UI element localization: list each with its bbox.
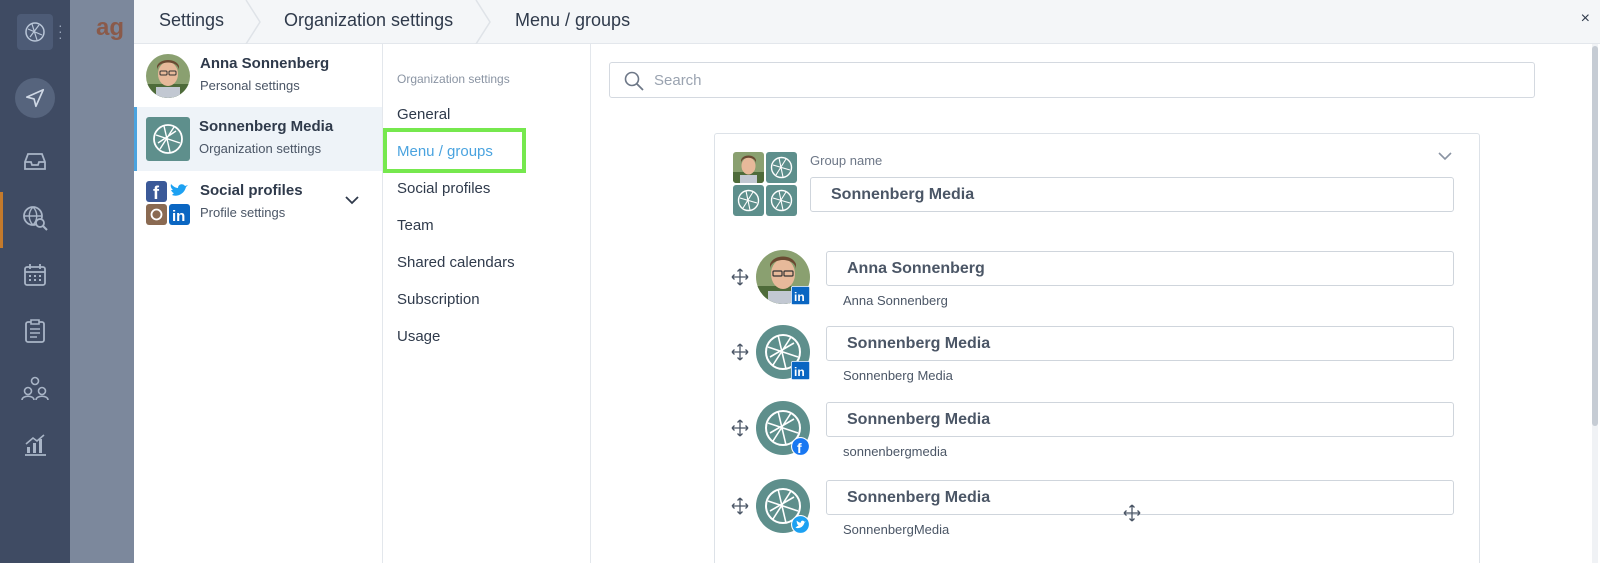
linkedin-icon: in: [791, 286, 810, 305]
drag-handle-icon[interactable]: [1123, 504, 1141, 522]
group-avatar-collage: [733, 152, 799, 218]
selection-highlight: [383, 128, 526, 173]
member-display-name-input[interactable]: Sonnenberg Media: [826, 326, 1454, 361]
group-member-row: in Sonnenberg Media Sonnenberg Media: [715, 325, 1481, 395]
app-rail: · · ·: [0, 0, 70, 563]
group-member-row: f Sonnenberg Media sonnenbergmedia: [715, 401, 1481, 471]
group-card: Group name Sonnenberg Media in Anna Sonn…: [714, 133, 1480, 563]
chevron-down-icon[interactable]: [344, 195, 360, 205]
menu-header: Organization settings: [397, 72, 510, 86]
drag-handle-icon[interactable]: [731, 343, 749, 361]
breadcrumb-settings[interactable]: Settings: [159, 0, 224, 44]
analytics-icon[interactable]: [20, 430, 50, 460]
search-icon: [624, 71, 644, 91]
inbox-icon[interactable]: [20, 146, 50, 176]
group-name-label: Group name: [810, 153, 883, 168]
group-member-row: Sonnenberg Media SonnenbergMedia: [715, 479, 1481, 549]
menu-item-subscription[interactable]: Subscription: [397, 291, 480, 308]
menu-item-team[interactable]: Team: [397, 217, 434, 234]
organization-logo-icon: [146, 117, 190, 161]
breadcrumb-separator-icon: [475, 0, 491, 44]
globe-search-icon[interactable]: [20, 203, 50, 233]
background-brand-text: ag: [96, 14, 125, 41]
account-item-organization[interactable]: Sonnenberg Media Organization settings: [134, 107, 382, 171]
search-input[interactable]: [654, 63, 1514, 97]
account-subtitle: Personal settings: [200, 78, 300, 93]
organization-logo-icon: [766, 152, 797, 183]
calendar-icon[interactable]: [20, 260, 50, 290]
twitter-icon: [791, 515, 810, 534]
app-logo-icon[interactable]: [17, 14, 53, 50]
breadcrumb-organization-settings[interactable]: Organization settings: [284, 0, 453, 44]
background-app: ag: [70, 0, 134, 563]
svg-text:f: f: [153, 183, 160, 203]
member-handle: Sonnenberg Media: [843, 368, 953, 383]
menu-item-general[interactable]: General: [397, 106, 450, 123]
account-subtitle: Profile settings: [200, 205, 286, 220]
account-name: Anna Sonnenberg: [200, 55, 330, 72]
social-profiles-collage: f in: [146, 181, 190, 225]
facebook-icon: f: [791, 437, 810, 456]
svg-text:f: f: [797, 440, 802, 456]
more-icon[interactable]: · · ·: [58, 18, 64, 44]
send-icon[interactable]: [15, 78, 55, 118]
account-name: Sonnenberg Media: [199, 118, 334, 135]
organization-settings-menu: Organization settings General Menu / gro…: [383, 44, 591, 563]
avatar: [733, 152, 764, 183]
group-name-input[interactable]: Sonnenberg Media: [810, 177, 1454, 212]
account-item-social-profiles[interactable]: f in Social profiles Profile settings: [134, 171, 382, 235]
team-icon[interactable]: [20, 373, 50, 403]
menu-item-shared-calendars[interactable]: Shared calendars: [397, 254, 515, 271]
organization-logo-icon: [766, 185, 797, 216]
breadcrumb-menu-groups: Menu / groups: [515, 10, 631, 30]
settings-modal: Settings Organization settings Menu / gr…: [134, 0, 1600, 563]
svg-text:in: in: [794, 365, 805, 379]
account-subtitle: Organization settings: [199, 141, 322, 156]
chevron-down-icon[interactable]: [1437, 151, 1453, 161]
group-member-row: in Anna Sonnenberg Anna Sonnenberg: [715, 250, 1481, 320]
menu-item-social-profiles[interactable]: Social profiles: [397, 180, 490, 197]
scrollbar[interactable]: [1592, 44, 1598, 563]
drag-handle-icon[interactable]: [731, 497, 749, 515]
breadcrumb: Settings Organization settings Menu / gr…: [134, 0, 1600, 44]
menu-item-usage[interactable]: Usage: [397, 328, 440, 345]
close-icon[interactable]: ×: [1581, 10, 1590, 28]
member-handle: Anna Sonnenberg: [843, 293, 948, 308]
group-editor: Group name Sonnenberg Media in Anna Sonn…: [591, 44, 1600, 563]
drag-handle-icon[interactable]: [731, 268, 749, 286]
drag-handle-icon[interactable]: [731, 419, 749, 437]
member-display-name-input[interactable]: Anna Sonnenberg: [826, 251, 1454, 286]
member-display-name-input[interactable]: Sonnenberg Media: [826, 402, 1454, 437]
scrollbar-thumb[interactable]: [1592, 46, 1598, 426]
account-name: Social profiles: [200, 182, 303, 199]
rail-active-indicator: [0, 192, 3, 248]
svg-text:in: in: [794, 290, 805, 304]
member-handle: SonnenbergMedia: [843, 522, 950, 537]
breadcrumb-separator-icon: [245, 0, 261, 44]
account-item-personal[interactable]: Anna Sonnenberg Personal settings: [134, 44, 382, 108]
avatar: [146, 54, 190, 98]
organization-logo-icon: [733, 185, 764, 216]
svg-text:in: in: [172, 208, 185, 225]
clipboard-icon[interactable]: [20, 316, 50, 346]
search-box: [609, 62, 1535, 98]
linkedin-icon: in: [791, 361, 810, 380]
account-list: Anna Sonnenberg Personal settings Sonnen…: [134, 44, 383, 563]
member-handle: sonnenbergmedia: [843, 444, 948, 459]
